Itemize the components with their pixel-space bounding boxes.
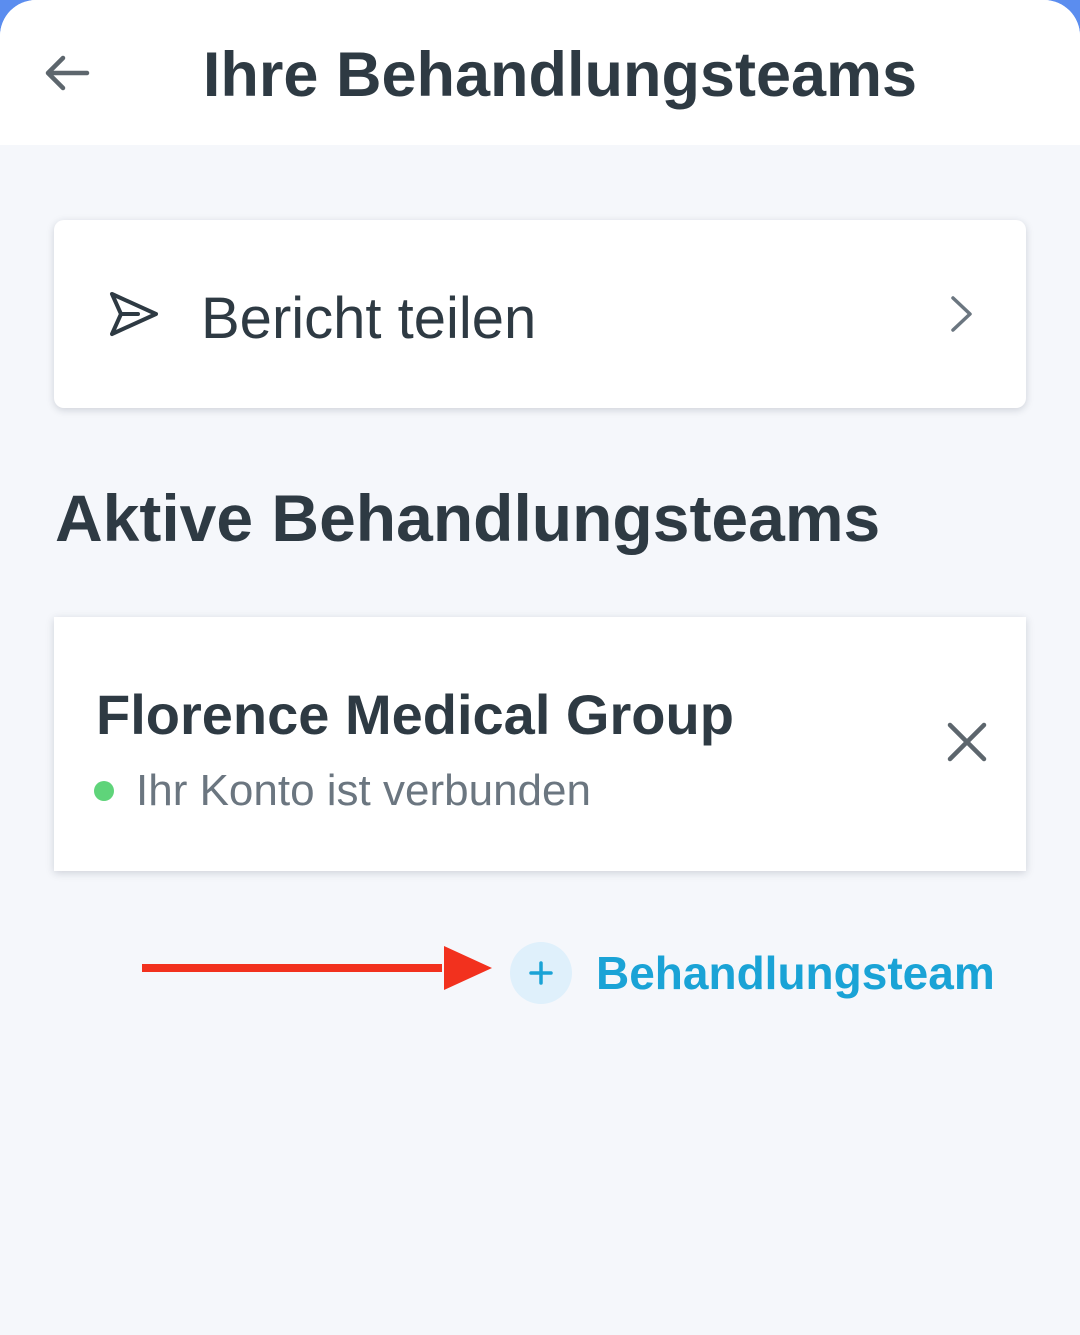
add-team-button[interactable]: Behandlungsteam [510, 940, 995, 1006]
team-name: Florence Medical Group [96, 683, 734, 746]
page-title: Ihre Behandlungsteams [202, 40, 918, 110]
paper-plane-icon [110, 292, 158, 336]
add-team-label: Behandlungsteam [596, 947, 995, 999]
share-report-label: Bericht teilen [201, 286, 537, 351]
team-card[interactable]: Florence Medical Group Ihr Konto ist ver… [54, 617, 1026, 871]
section-heading-active-teams: Aktive Behandlungsteams [55, 481, 881, 555]
close-icon[interactable] [942, 717, 992, 767]
app-screen: Ihre Behandlungsteams Bericht teilen Akt… [0, 0, 1080, 1335]
add-team-icon-circle [510, 942, 572, 1004]
team-status: Ihr Konto ist verbunden [94, 763, 591, 819]
plus-icon [529, 961, 553, 985]
back-button[interactable] [30, 38, 104, 108]
app-bar: Ihre Behandlungsteams [0, 0, 1080, 145]
arrow-left-icon [45, 55, 90, 91]
red-arrow-right-icon [142, 946, 492, 990]
team-status-text: Ihr Konto ist verbunden [136, 766, 591, 815]
status-dot-icon [94, 781, 114, 801]
chevron-right-icon [951, 296, 972, 332]
share-report-card[interactable]: Bericht teilen [54, 220, 1026, 408]
